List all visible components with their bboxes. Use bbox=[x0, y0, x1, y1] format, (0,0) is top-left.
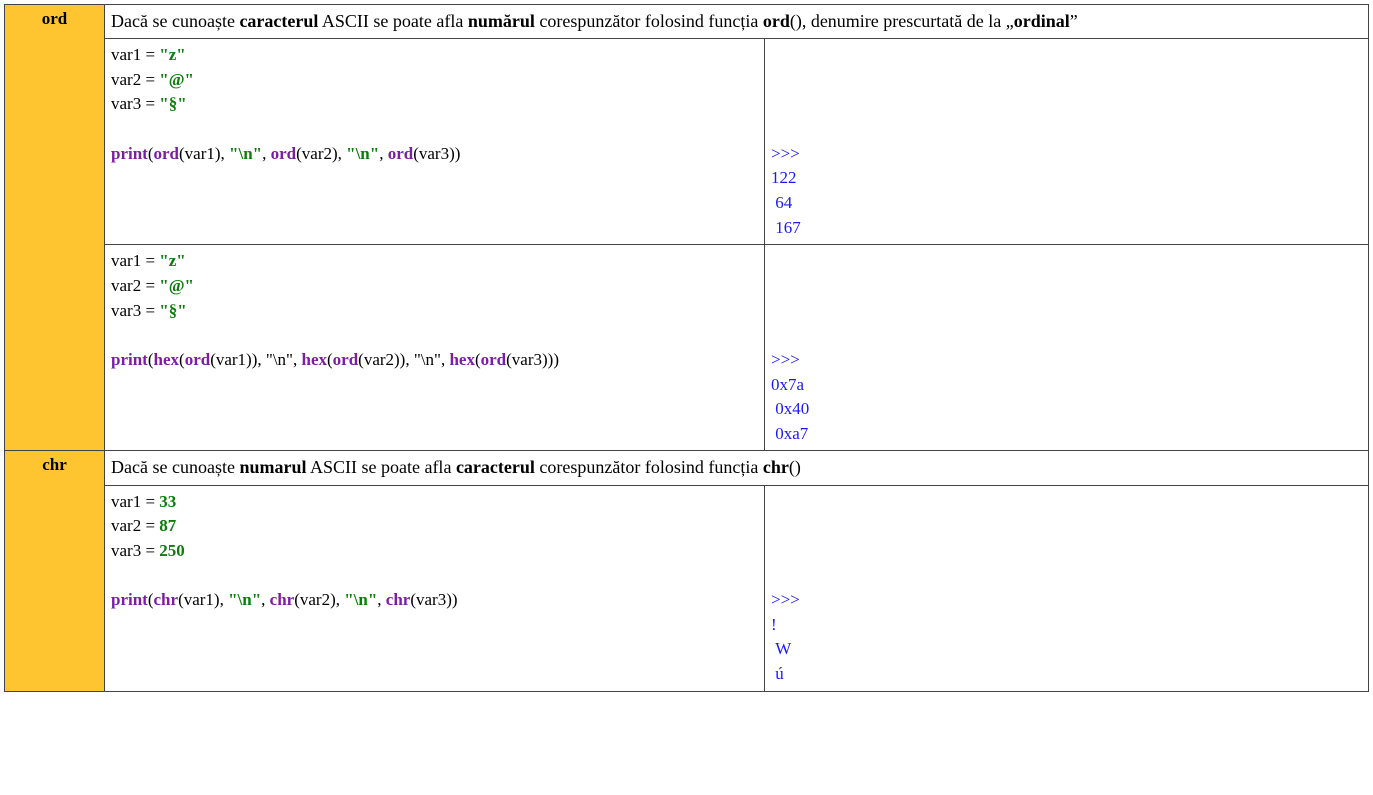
text: corespunzător folosind funcția bbox=[535, 457, 763, 477]
section-label-chr: chr bbox=[5, 451, 105, 691]
text: corespunzător folosind funcția bbox=[535, 11, 763, 31]
text: ASCII se poate afla bbox=[306, 457, 455, 477]
bold: caracterul bbox=[239, 11, 318, 31]
bold: numarul bbox=[239, 457, 306, 477]
chr-description: Dacă se cunoaște numarul ASCII se poate … bbox=[105, 451, 1369, 485]
bold: ord bbox=[763, 11, 790, 31]
ord-example2-code: var1 = "z" var2 = "@" var3 = "§" print(h… bbox=[105, 245, 765, 451]
bold: numărul bbox=[468, 11, 535, 31]
text: () bbox=[789, 457, 801, 477]
ord-description: Dacă se cunoaște caracterul ASCII se poa… bbox=[105, 5, 1369, 39]
text: Dacă se cunoaște bbox=[111, 457, 239, 477]
chr-example1-code: var1 = 33 var2 = 87 var3 = 250 print(chr… bbox=[105, 485, 765, 691]
bold: caracterul bbox=[456, 457, 535, 477]
text: ASCII se poate afla bbox=[318, 11, 467, 31]
ord-example2-output: >>> 0x7a 0x40 0xa7 bbox=[765, 245, 1369, 451]
text: (), denumire prescurtată de la „ bbox=[790, 11, 1014, 31]
section-label-ord: ord bbox=[5, 5, 105, 451]
bold: chr bbox=[763, 457, 789, 477]
text: Dacă se cunoaște bbox=[111, 11, 239, 31]
ord-example1-output: >>> 122 64 167 bbox=[765, 39, 1369, 245]
ord-example1-code: var1 = "z" var2 = "@" var3 = "§" print(o… bbox=[105, 39, 765, 245]
bold: ordinal bbox=[1014, 11, 1070, 31]
chr-example1-output: >>> ! W ú bbox=[765, 485, 1369, 691]
text: ” bbox=[1070, 11, 1078, 31]
reference-table: ord Dacă se cunoaște caracterul ASCII se… bbox=[4, 4, 1369, 692]
